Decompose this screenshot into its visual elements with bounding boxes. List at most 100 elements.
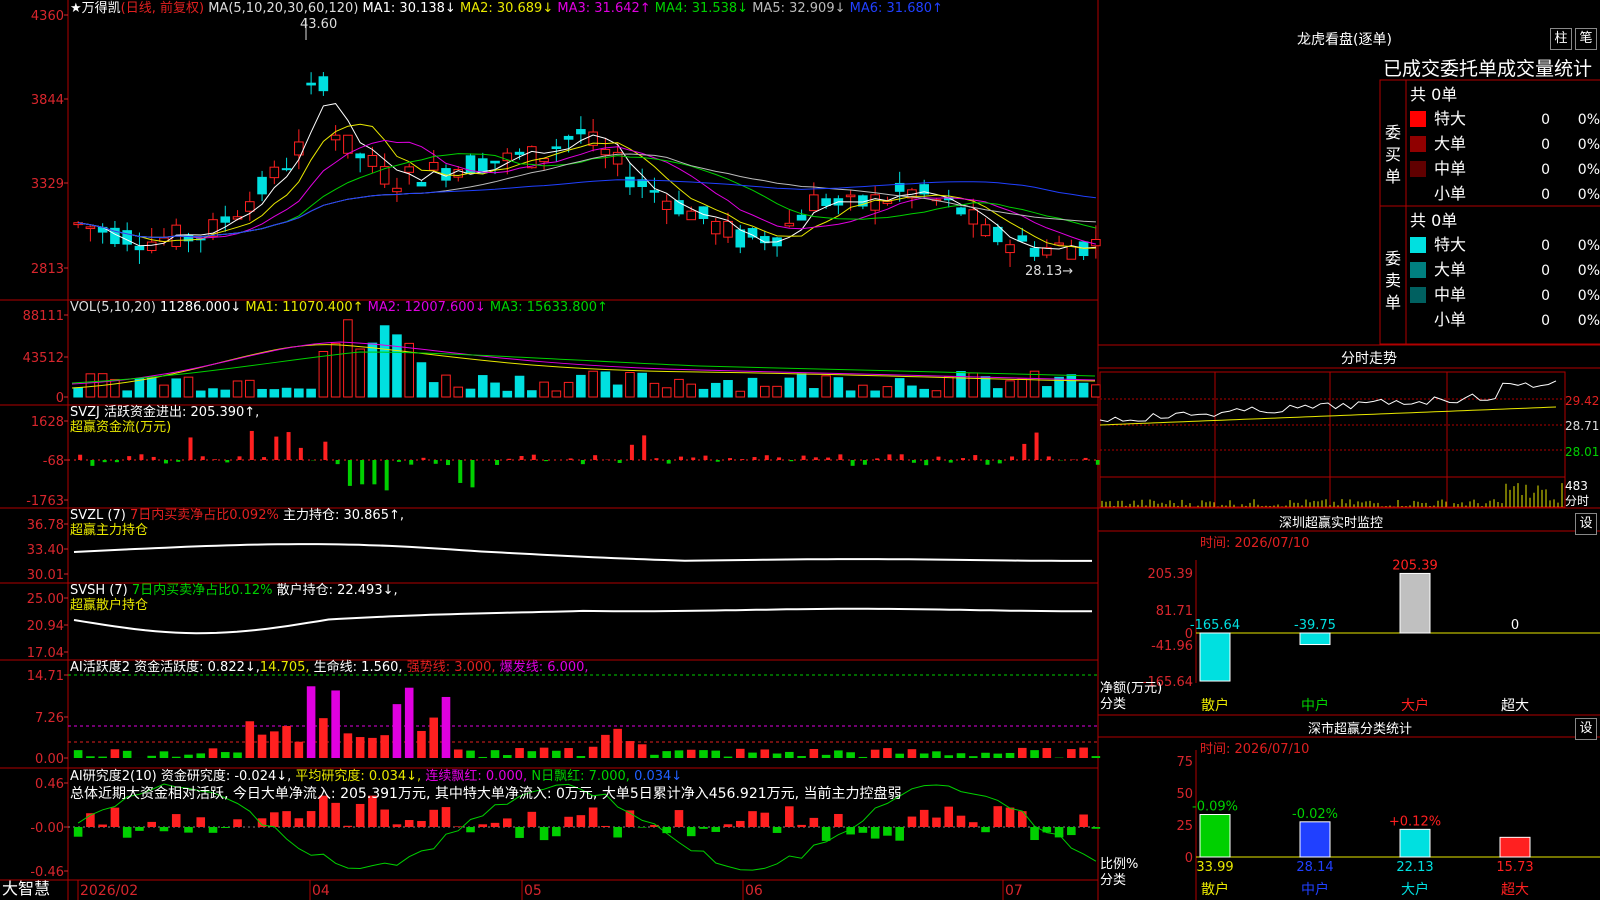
candle-body: [134, 245, 145, 251]
candle-body: [710, 220, 721, 235]
sell-row-count: 0: [1541, 263, 1550, 279]
svzl-header: SVZL (7) 7日内买卖净占比0.092% 主力持仓: 30.865↑, 超…: [70, 508, 404, 538]
sz-class-value: 22.13: [1396, 860, 1433, 875]
sz-monitor-bar-label: -165.64: [1190, 618, 1240, 633]
stock-title[interactable]: ★万得凯: [70, 1, 121, 16]
sz-monitor-bar-label: 205.39: [1392, 558, 1438, 573]
volume-bar: [710, 382, 721, 398]
ma1-value: MA1: 30.138↓: [362, 1, 456, 16]
tick-view-button[interactable]: 笔: [1575, 28, 1597, 50]
sz-class-y-label: 25: [1176, 819, 1193, 834]
sz-class-ratio: 比例%: [1100, 857, 1139, 872]
research-bar: [613, 827, 622, 838]
intraday-vol-label: 483: [1565, 479, 1588, 493]
research-bar: [834, 813, 843, 827]
volume-bar: [245, 379, 255, 398]
ma1-line: [78, 103, 1096, 250]
buy-row-pct: 0%: [1578, 187, 1600, 203]
volume-bar: [110, 378, 120, 398]
sell-legend-swatch: [1410, 312, 1426, 328]
volume-bar: [1005, 380, 1015, 398]
ai1-v2: 14.705,: [259, 660, 310, 675]
volume-bar: [392, 334, 402, 398]
candle-body: [821, 198, 831, 207]
svzl-label: SVZL (7): [70, 508, 126, 523]
intraday-price-hi: 29.42: [1565, 394, 1600, 408]
sz-monitor-settings-button[interactable]: 设: [1575, 513, 1597, 535]
buy-side-label: 买: [1385, 145, 1401, 164]
research-bar: [122, 827, 132, 838]
candle-body: [404, 166, 414, 173]
activity-bar: [73, 750, 83, 758]
candle-body: [649, 190, 660, 193]
candle-body: [367, 154, 378, 167]
sz-monitor-cat: 分类: [1100, 697, 1127, 712]
research-bar: [919, 809, 929, 827]
volume-bar: [502, 390, 513, 398]
sz-class-value: 28.14: [1296, 860, 1333, 875]
candle-body: [343, 134, 353, 154]
y-tick-label: 17.04: [27, 646, 64, 661]
sz-monitor-category: 大户: [1401, 697, 1429, 714]
research-bar: [821, 827, 831, 841]
research-bar: [453, 826, 463, 827]
activity-bar: [968, 756, 978, 758]
candle-body: [1091, 238, 1101, 247]
activity-bar: [613, 728, 622, 758]
candle-body: [1066, 245, 1077, 260]
activity-bar: [748, 752, 757, 758]
volume-bar: [294, 388, 304, 398]
candle-body: [85, 226, 96, 230]
ai2-header: AI研究度2(10) 资金研究度: -0.024↓, 平均研究度: 0.034↓…: [70, 769, 682, 784]
research-bar: [699, 827, 708, 829]
activity-bar: [539, 747, 549, 758]
activity-bar: [380, 735, 389, 758]
candle-body: [637, 179, 647, 188]
sz-monitor-title: 深圳超赢实时监控: [1279, 516, 1384, 531]
sz-class-y-label: 0: [1185, 851, 1193, 866]
vol-label: VOL(5,10,20): [70, 300, 156, 315]
research-bar: [564, 816, 573, 827]
ai1-v4: 强势线: 3.000,: [406, 660, 496, 675]
volume-bar: [232, 380, 243, 398]
candle-body: [318, 76, 329, 92]
candle-body: [576, 129, 586, 135]
chart-period[interactable]: (日线, 前复权): [121, 1, 204, 16]
sz-monitor-y-label: 205.39: [1148, 567, 1194, 582]
column-view-button[interactable]: 柱: [1550, 28, 1572, 50]
candle-body: [968, 209, 979, 225]
volume-bar: [735, 390, 746, 398]
candle-body: [809, 194, 819, 212]
research-bar: [870, 827, 880, 839]
activity-bar: [233, 752, 242, 758]
sz-monitor-bar: [1199, 632, 1231, 682]
price-low-label: 28.13→: [1025, 264, 1073, 279]
sz-class-bar: [1199, 814, 1231, 858]
candle-body: [416, 181, 427, 187]
research-bar: [110, 807, 120, 827]
ai2-v4: N日飘红: 7.000,: [531, 769, 630, 784]
candle-body: [306, 82, 316, 86]
volume-bar: [527, 390, 537, 398]
ai2-label: AI研究度2(10): [70, 769, 157, 784]
sz-class-category: 大户: [1401, 881, 1429, 898]
y-tick-label: -1763: [26, 494, 64, 509]
sz-class-settings-button[interactable]: 设: [1575, 718, 1597, 740]
activity-bar: [417, 730, 426, 758]
research-bar: [196, 817, 206, 827]
research-bar: [441, 807, 451, 827]
sell-row-pct: 0%: [1578, 263, 1600, 279]
volume-bar: [134, 378, 145, 398]
sz-class-title: 深市超赢分类统计: [1308, 722, 1413, 737]
stat-title: 已成交委托单成交量统计: [1383, 58, 1593, 80]
candle-body: [428, 161, 439, 171]
research-bar: [355, 803, 365, 827]
candle-body: [784, 222, 795, 227]
ma5-value: MA5: 32.909↓: [752, 1, 846, 16]
research-bar: [686, 827, 696, 837]
intraday-time-label: 分时: [1565, 494, 1590, 508]
research-bar: [392, 824, 402, 827]
research-bar: [711, 827, 721, 832]
buy-legend-swatch: [1410, 161, 1426, 177]
candle-body: [281, 168, 292, 171]
